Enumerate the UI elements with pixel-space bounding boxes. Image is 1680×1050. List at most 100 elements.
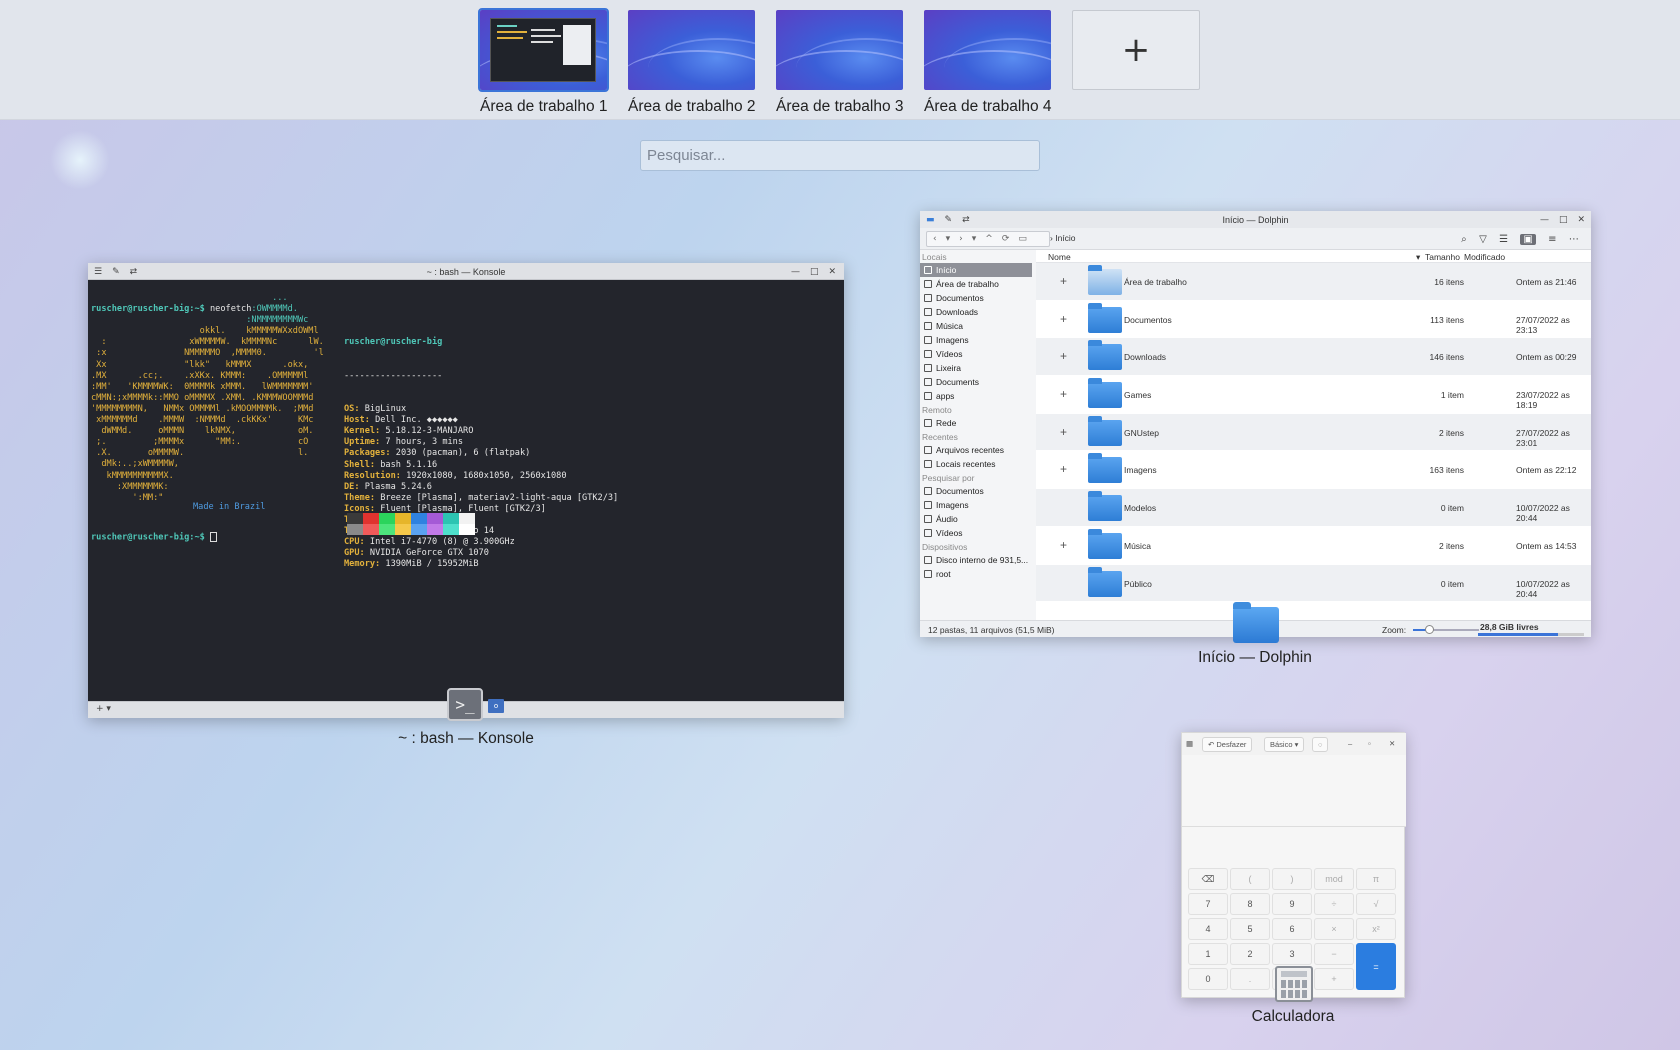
desktop-1[interactable]: Área de trabalho 1 xyxy=(478,8,609,116)
details-view-icon[interactable]: ☰ xyxy=(1499,234,1508,245)
calc-key[interactable]: . xyxy=(1230,968,1270,990)
calc-key[interactable]: ) xyxy=(1272,868,1312,890)
sidebar-item[interactable]: Locais recentes xyxy=(920,457,1032,471)
file-row[interactable]: Modelos 0 item 10/07/2022 as 20:44 xyxy=(1036,489,1591,527)
konsole-titlebar[interactable]: ☰ ✎ ⇄ ~ : bash — Konsole — □ ✕ xyxy=(88,263,844,280)
file-row[interactable]: + Área de trabalho 16 itens Ontem as 21:46 xyxy=(1036,263,1591,301)
konsole-window-controls[interactable]: — □ ✕ xyxy=(791,263,836,280)
sidebar-item[interactable]: Documentos xyxy=(920,291,1032,305)
close-icon[interactable]: ✕ xyxy=(828,267,836,277)
equals-button[interactable]: = xyxy=(1356,943,1396,990)
minimize-icon[interactable]: — xyxy=(791,267,800,277)
expand-icon[interactable]: + xyxy=(1060,274,1067,288)
desktop-2-thumbnail[interactable] xyxy=(628,10,755,90)
sidebar-item[interactable]: Imagens xyxy=(920,333,1032,347)
reload-icon[interactable]: ⟳ xyxy=(1002,234,1010,244)
sidebar-item[interactable]: Downloads xyxy=(920,305,1032,319)
dolphin-window-controls[interactable]: — □ ✕ xyxy=(1540,211,1585,228)
calc-key[interactable]: ÷ xyxy=(1314,893,1354,915)
sidebar-item[interactable]: Rede xyxy=(920,416,1032,430)
close-icon[interactable]: ✕ xyxy=(1577,215,1585,225)
breadcrumb[interactable]: › Início xyxy=(1050,233,1076,243)
calc-key[interactable]: 0 xyxy=(1188,968,1228,990)
calc-key[interactable]: 3 xyxy=(1272,943,1312,965)
up-icon[interactable]: ^ xyxy=(985,234,993,244)
sidebar-item[interactable]: Áudio xyxy=(920,512,1032,526)
expand-icon[interactable]: + xyxy=(1060,312,1067,326)
preview-icon[interactable]: ▣ xyxy=(1520,233,1536,245)
desktop-2[interactable]: Área de trabalho 2 xyxy=(628,10,756,116)
file-row[interactable]: + Imagens 163 itens Ontem as 22:12 xyxy=(1036,451,1591,490)
calculator-headerbar[interactable]: ▦ ↶ Desfazer Básico ▾ ◌ – ▫ ✕ xyxy=(1182,733,1406,755)
sidebar-item[interactable]: Vídeos xyxy=(920,526,1032,540)
calculator-window[interactable]: ▦ ↶ Desfazer Básico ▾ ◌ – ▫ ✕ ⌫() mod π 7 8 9… xyxy=(1181,732,1406,998)
minimize-icon[interactable]: — xyxy=(1540,215,1549,225)
desktop-4-thumbnail[interactable] xyxy=(924,10,1051,90)
sidebar-item[interactable]: apps xyxy=(920,389,1032,403)
filter-icon[interactable]: ▽ xyxy=(1479,234,1487,245)
location-icon[interactable]: ▭ xyxy=(1018,234,1027,244)
back-menu-icon[interactable]: ▾ xyxy=(946,234,951,244)
sidebar-item[interactable]: Documentos xyxy=(920,484,1032,498)
search-icon[interactable]: ⌕ xyxy=(1461,234,1467,245)
maximize-icon[interactable]: □ xyxy=(810,267,819,277)
sidebar-item[interactable]: Imagens xyxy=(920,498,1032,512)
sidebar-item[interactable]: Documents xyxy=(920,375,1032,389)
calc-key[interactable]: ⌫ xyxy=(1188,868,1228,890)
sidebar-item[interactable]: Área de trabalho xyxy=(920,277,1032,291)
calc-key[interactable]: 5 xyxy=(1230,918,1270,940)
expand-icon[interactable]: + xyxy=(1060,425,1067,439)
calc-key[interactable]: 6 xyxy=(1272,918,1312,940)
expand-icon[interactable]: + xyxy=(1060,538,1067,552)
calc-key[interactable]: × xyxy=(1314,918,1354,940)
sidebar-item[interactable]: Vídeos xyxy=(920,347,1032,361)
terminal-active-prompt[interactable]: ruscher@ruscher-big:~$ xyxy=(91,532,218,544)
file-row[interactable]: + Games 1 item 23/07/2022 as 18:19 xyxy=(1036,376,1591,414)
forward-menu-icon[interactable]: ▾ xyxy=(972,234,977,244)
sidebar-item[interactable]: root xyxy=(920,567,1032,581)
calc-key[interactable]: 8 xyxy=(1230,893,1270,915)
calc-key[interactable]: √ xyxy=(1356,893,1396,915)
navigation-buttons[interactable]: ‹ ▾ › ▾ ^ ⟳ ▭ xyxy=(926,231,1050,247)
dolphin-caption[interactable]: Início — Dolphin xyxy=(1180,649,1330,667)
calculator-display[interactable] xyxy=(1182,755,1406,827)
search-input[interactable]: Pesquisar... xyxy=(640,140,1040,171)
file-row[interactable]: + Música 2 itens Ontem as 14:53 xyxy=(1036,527,1591,565)
forward-icon[interactable]: › xyxy=(959,234,963,244)
mode-selector[interactable]: Básico ▾ xyxy=(1264,737,1305,752)
konsole-caption[interactable]: ~ : bash — Konsole xyxy=(376,730,556,748)
column-name[interactable]: Nome xyxy=(1048,252,1071,262)
file-row[interactable]: + GNUstep 2 itens 27/07/2022 as 23:01 xyxy=(1036,413,1591,452)
calc-key[interactable]: π xyxy=(1356,868,1396,890)
calc-key[interactable]: − xyxy=(1314,943,1354,965)
calc-key[interactable]: 9 xyxy=(1272,893,1312,915)
desktop-4[interactable]: Área de trabalho 4 xyxy=(924,10,1052,116)
undo-button[interactable]: ↶ Desfazer xyxy=(1202,737,1253,752)
zoom-slider[interactable] xyxy=(1413,625,1479,634)
konsole-window[interactable]: ☰ ✎ ⇄ ~ : bash — Konsole — □ ✕ ruscher@rusch… xyxy=(88,263,844,718)
calc-key[interactable]: mod xyxy=(1314,868,1354,890)
expand-icon[interactable]: + xyxy=(1060,349,1067,363)
desktop-1-thumbnail[interactable] xyxy=(478,8,609,92)
dolphin-titlebar[interactable]: ▬ ✎ ⇄ Início — Dolphin — □ ✕ xyxy=(920,211,1591,228)
breadcrumb-home[interactable]: Início xyxy=(1055,233,1075,243)
file-row[interactable]: + Documentos 113 itens 27/07/2022 as 23:13 xyxy=(1036,301,1591,339)
calc-key[interactable]: 4 xyxy=(1188,918,1228,940)
history-button[interactable]: ◌ xyxy=(1312,737,1329,752)
file-row[interactable]: Público 0 item 10/07/2022 as 20:44 xyxy=(1036,564,1591,603)
back-icon[interactable]: ‹ xyxy=(933,234,937,244)
column-size[interactable]: Tamanho xyxy=(1425,252,1460,262)
calc-key[interactable]: 1 xyxy=(1188,943,1228,965)
column-modified[interactable]: Modificado xyxy=(1464,252,1505,262)
file-row[interactable]: + Downloads 146 itens Ontem as 00:29 xyxy=(1036,338,1591,377)
sidebar-item[interactable]: Arquivos recentes xyxy=(920,443,1032,457)
expand-icon[interactable]: + xyxy=(1060,387,1067,401)
desktop-3[interactable]: Área de trabalho 3 xyxy=(776,10,904,116)
sort-icon[interactable]: ≡ xyxy=(1548,234,1556,245)
calc-key[interactable]: 7 xyxy=(1188,893,1228,915)
more-icon[interactable]: ⋯ xyxy=(1569,234,1579,245)
new-tab-button[interactable]: + ▾ xyxy=(96,704,111,714)
close-icon[interactable]: ✕ xyxy=(1389,739,1395,748)
sidebar-item[interactable]: Disco interno de 931,5... xyxy=(920,553,1032,567)
sidebar-item[interactable]: Música xyxy=(920,319,1032,333)
